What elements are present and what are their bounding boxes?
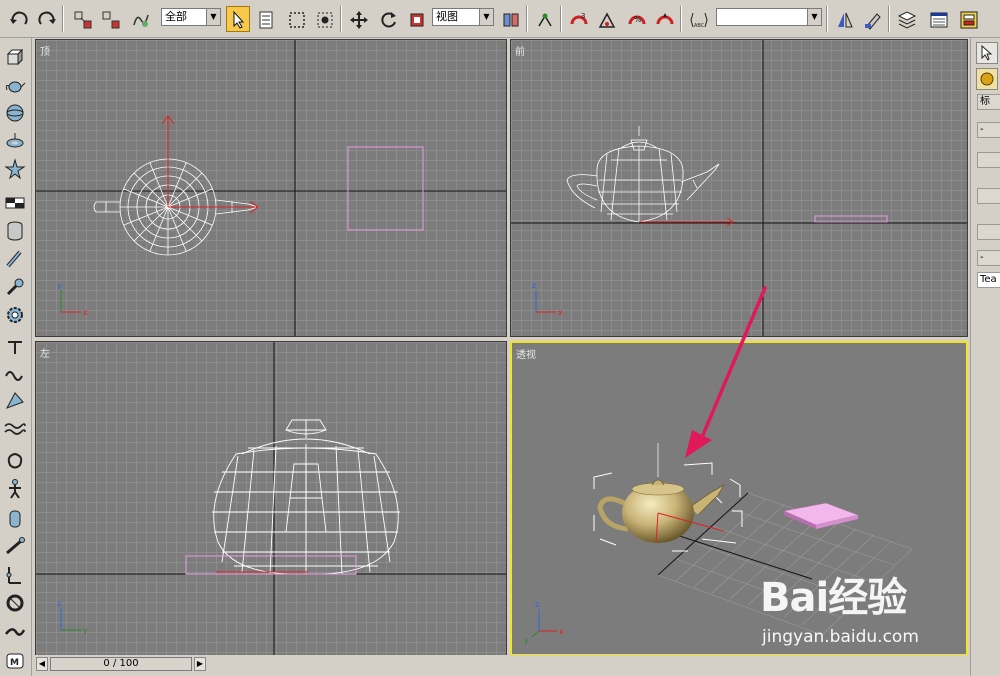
watermark-brand: Bai经验 [760,575,907,621]
baidu-watermark: Bai经验 jingyan.baidu.com [760,565,960,655]
watermark-url: jingyan.baidu.com [762,627,919,647]
